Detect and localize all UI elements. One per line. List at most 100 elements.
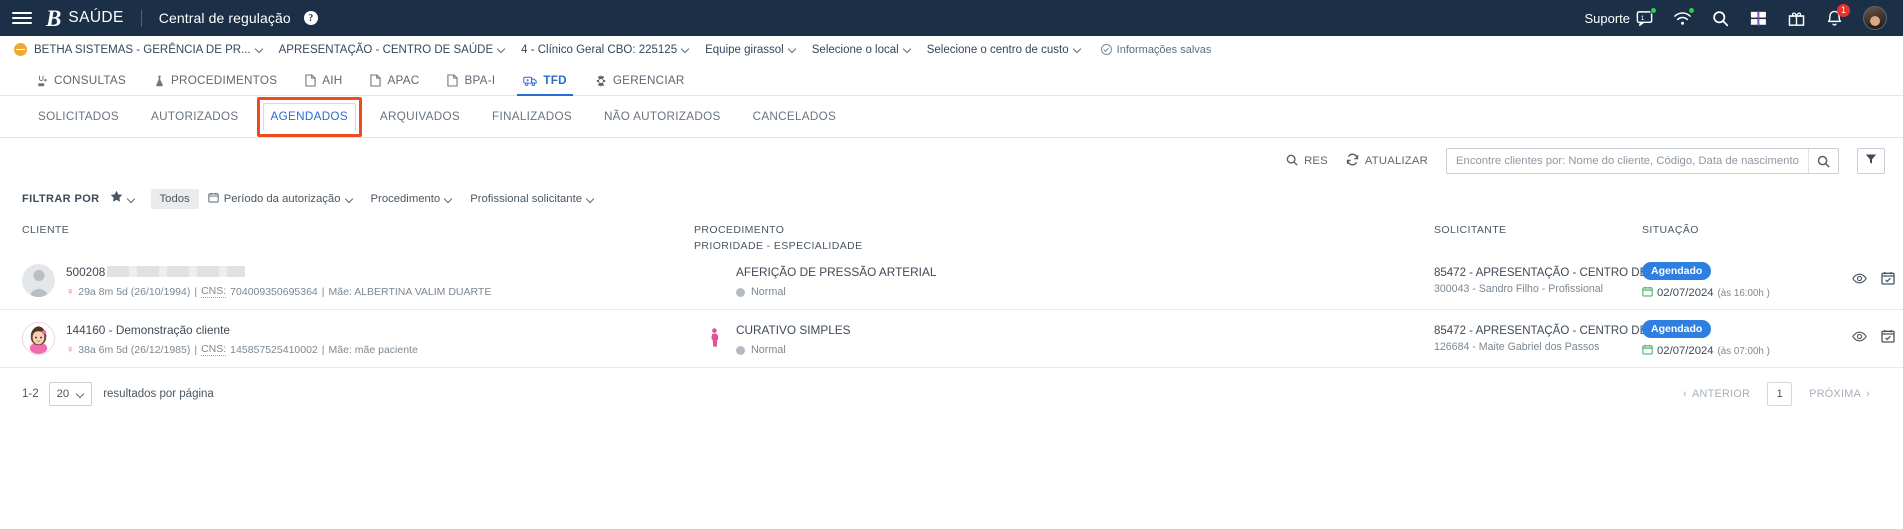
chevron-down-icon [789,46,796,53]
sub-tab-cancelados[interactable]: CANCELADOS [737,96,853,138]
separator: | [194,343,198,356]
cns-label: CNS: [201,285,227,298]
search-icon[interactable] [1711,9,1730,28]
filter-chip-profissional[interactable]: Profissional solicitante [461,189,603,209]
cliente-age: 38a 6m 5d (26/12/1985) [78,343,191,356]
table-row[interactable]: 144160 - Demonstração cliente ♀ 38a 6m 5… [0,310,1903,368]
search-box[interactable] [1446,148,1839,174]
pagination-controls: ‹ ANTERIOR 1 PRÓXIMA › [1672,382,1881,406]
tab-label: BPA-I [464,74,496,87]
search-icon [1286,154,1298,169]
search-input[interactable] [1447,149,1808,173]
tab-label: TFD [543,74,567,87]
sub-tab-autorizados[interactable]: AUTORIZADOS [135,96,255,138]
context-item-local[interactable]: Selecione o local [812,44,920,56]
column-header-situacao: SITUAÇÃO [1642,224,1699,236]
status-dot [1650,6,1657,14]
column-header-procedimento-label: PROCEDIMENTO [694,224,785,236]
refresh-button[interactable]: ATUALIZAR [1346,153,1428,169]
cliente-mother: Mãe: ALBERTINA VALIM DUARTE [328,285,492,298]
tab-gerenciar[interactable]: GERENCIAR [581,74,699,95]
filter-chip-procedimento[interactable]: Procedimento [362,189,462,209]
next-page-button[interactable]: PRÓXIMA › [1798,383,1881,405]
help-icon[interactable]: ? [303,11,318,25]
wifi-icon[interactable] [1673,6,1695,28]
prev-page-button[interactable]: ‹ ANTERIOR [1672,383,1761,405]
view-eye-icon[interactable] [1852,272,1867,290]
bell-icon[interactable]: 1 [1825,3,1850,28]
context-item-unit[interactable]: APRESENTAÇÃO - CENTRO DE SAÚDE [279,44,515,56]
tab-bpa-i[interactable]: BPA-I [433,74,509,95]
org-badge-icon [14,43,27,56]
brand-logo-icon: B [46,5,61,31]
per-page-select[interactable]: 20 [48,382,93,406]
solicitante-cell: 85472 - APRESENTAÇÃO - CENTRO DE... 1266… [1434,325,1657,353]
chevron-down-icon [445,196,452,203]
cns-value: 704009350695364 [230,285,318,298]
view-eye-icon[interactable] [1852,330,1867,348]
sub-tab-finalizados[interactable]: FINALIZADOS [476,96,588,138]
table-row[interactable]: 500208 ♀ 29a 8m 5d (26/10/1994) | CNS: 7… [0,252,1903,310]
schedule-calendar-icon[interactable] [1881,329,1895,348]
procedimento-name: CURATIVO SIMPLES [736,323,851,337]
filter-by-label: FILTRAR POR [22,193,100,205]
cliente-age: 29a 8m 5d (26/10/1994) [78,285,191,298]
favorites-filter-button[interactable] [110,190,135,208]
document-icon [447,74,459,87]
search-submit-icon[interactable] [1808,149,1838,173]
cliente-code: 500208 [66,265,106,279]
context-item-cbo[interactable]: 4 - Clínico Geral CBO: 225125 [521,44,698,56]
top-bar-actions: Suporte 1 1 [1584,3,1887,30]
context-item-cost-center[interactable]: Selecione o centro de custo [927,44,1090,56]
sub-tab-solicitados[interactable]: SOLICITADOS [22,96,135,138]
page-number-1[interactable]: 1 [1767,382,1793,406]
schedule-calendar-icon[interactable] [1881,271,1895,290]
filter-funnel-button[interactable] [1857,148,1885,174]
user-avatar[interactable] [1863,6,1887,30]
avatar [22,264,55,297]
app-title: Central de regulação [158,10,291,26]
chevron-down-icon [256,46,263,53]
context-label: BETHA SISTEMAS - GERÊNCIA DE PR... [34,43,251,56]
calendar-icon [208,192,219,206]
refresh-label: ATUALIZAR [1364,155,1428,167]
support-button[interactable]: Suporte 1 [1584,6,1657,28]
filter-chip-periodo[interactable]: Período da autorização [199,188,362,210]
gift-icon[interactable] [1787,9,1806,28]
separator: | [321,285,325,298]
filter-chip-todos[interactable]: Todos [150,189,199,209]
pregnant-icon [694,327,736,350]
res-button[interactable]: RES [1286,154,1328,169]
cliente-meta: ♀ 29a 8m 5d (26/10/1994) | CNS: 70400935… [66,285,491,298]
solicitante-main: 85472 - APRESENTAÇÃO - CENTRO DE... [1434,266,1657,279]
status-badge: Agendado [1642,320,1712,338]
main-tabs: CONSULTAS PROCEDIMENTOS AIH APAC BPA-I T… [0,64,1903,96]
results-range: 1-2 [22,388,39,400]
sub-tab-agendados[interactable]: AGENDADOS [256,96,362,137]
status-badge: Agendado [1642,262,1712,280]
res-label: RES [1304,155,1328,167]
tab-label: GERENCIAR [612,74,685,87]
tab-aih[interactable]: AIH [291,74,356,95]
apps-grid-icon[interactable] [1749,9,1768,28]
tab-tfd[interactable]: TFD [509,74,580,96]
context-item-team[interactable]: Equipe girassol [705,44,805,56]
context-item-organization[interactable]: BETHA SISTEMAS - GERÊNCIA DE PR... [34,44,272,56]
tab-consultas[interactable]: CONSULTAS [22,74,140,95]
schedule-date: 02/07/2024 (às 07:00h ) [1642,344,1852,358]
menu-icon[interactable] [12,12,32,24]
priority-label: Normal [751,286,786,298]
chevron-down-icon [498,46,505,53]
sub-tab-arquivados[interactable]: ARQUIVADOS [364,96,476,138]
status-dot [1688,6,1695,14]
calendar-icon [1642,286,1653,300]
situacao-cell: Agendado 02/07/2024 (às 16:00h ) [1642,261,1852,300]
refresh-icon [1346,153,1359,169]
gender-female-icon: ♀ [66,285,75,298]
tab-procedimentos[interactable]: PROCEDIMENTOS [140,74,291,95]
context-label: 4 - Clínico Geral CBO: 225125 [521,43,678,56]
sub-tab-nao-autorizados[interactable]: NÃO AUTORIZADOS [588,96,737,138]
tab-apac[interactable]: APAC [356,74,433,95]
svg-text:1: 1 [1641,14,1645,21]
support-chat-icon[interactable]: 1 [1635,6,1657,28]
